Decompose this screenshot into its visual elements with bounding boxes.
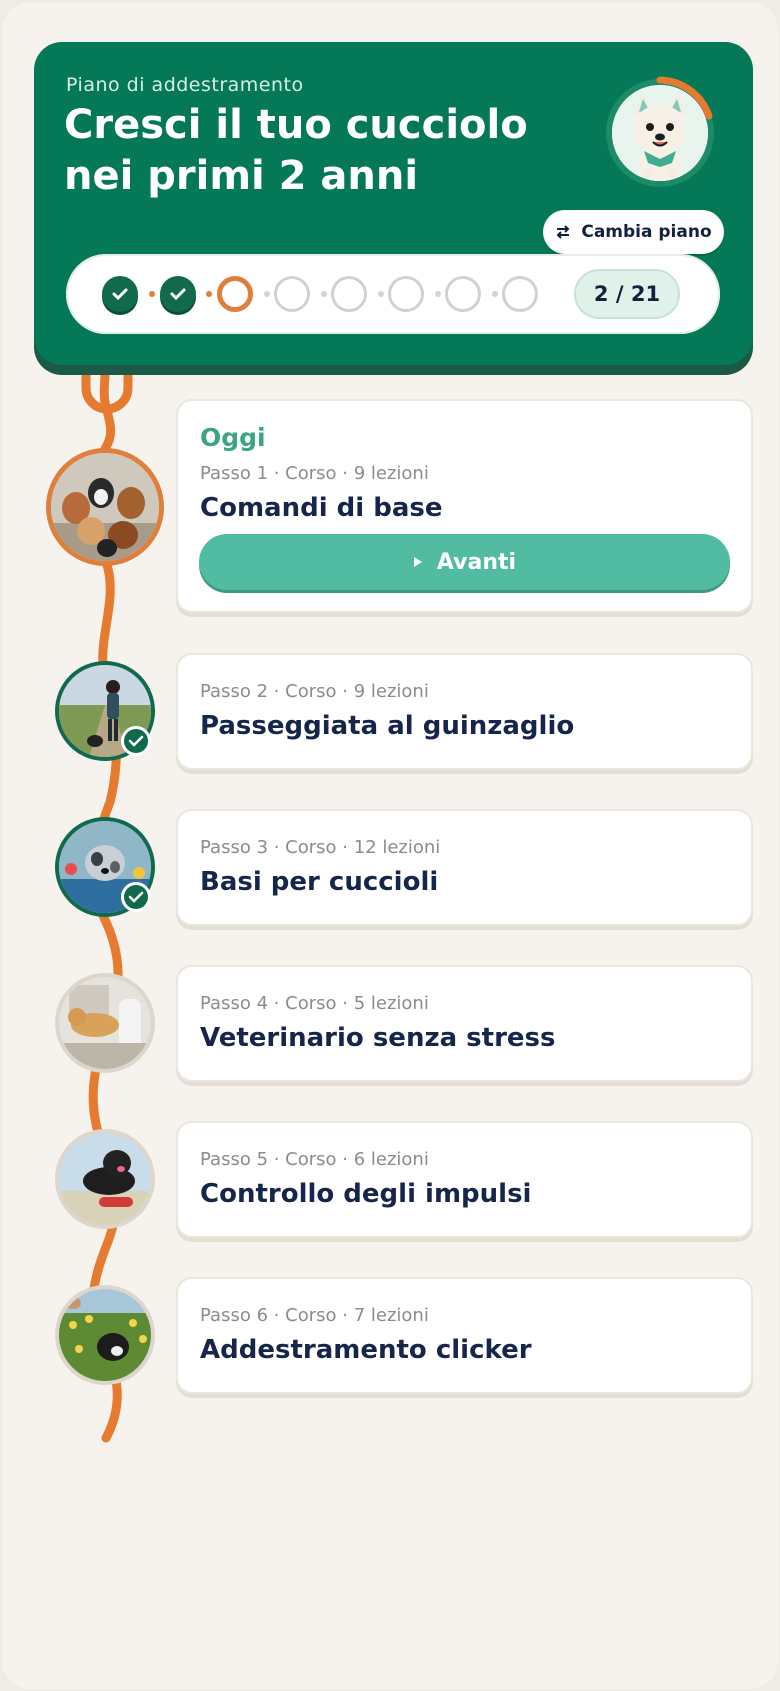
plan-title-line1: Cresci il tuo cucciolo <box>64 102 528 148</box>
step-1-photo[interactable] <box>51 453 159 561</box>
plan-header: Piano di addestramento Cresci il tuo cuc… <box>34 42 753 365</box>
continue-button[interactable]: Avanti <box>199 534 730 590</box>
continue-label: Avanti <box>436 549 517 575</box>
plan-eyebrow: Piano di addestramento <box>66 74 304 96</box>
step-title: Basi per cuccioli <box>200 867 439 897</box>
step-title: Passeggiata al guinzaglio <box>200 711 575 741</box>
plan-title-line2: nei primi 2 anni <box>64 153 419 199</box>
step-card-2[interactable]: Passo 2 · Corso · 9 lezioni Passeggiata … <box>176 653 753 770</box>
training-plan-screen: Piano di addestramento Cresci il tuo cuc… <box>2 2 778 1689</box>
step-5-photo[interactable] <box>59 1133 151 1225</box>
progress-dot-done <box>102 276 138 312</box>
mascot-avatar[interactable] <box>603 76 717 190</box>
step-title: Comandi di base <box>200 493 443 523</box>
step-card-1[interactable]: Oggi Passo 1 · Corso · 9 lezioni Comandi… <box>176 399 753 613</box>
progress-dot-done <box>160 276 196 312</box>
progress-tracker: 2 / 21 <box>66 254 720 334</box>
progress-dot-todo <box>331 276 367 312</box>
change-plan-label: Cambia piano <box>581 222 712 242</box>
step-meta: Passo 5 · Corso · 6 lezioni <box>200 1149 429 1170</box>
progress-dot-todo <box>445 276 481 312</box>
step-meta: Passo 4 · Corso · 5 lezioni <box>200 993 429 1014</box>
step-meta: Passo 3 · Corso · 12 lezioni <box>200 837 441 858</box>
change-plan-button[interactable]: Cambia piano <box>543 210 724 254</box>
progress-dot-todo <box>388 276 424 312</box>
step-card-4[interactable]: Passo 4 · Corso · 5 lezioni Veterinario … <box>176 965 753 1082</box>
puppy-mascot-icon <box>612 85 708 181</box>
step-meta: Passo 6 · Corso · 7 lezioni <box>200 1305 429 1326</box>
completed-check-icon <box>121 882 151 912</box>
completed-check-icon <box>121 726 151 756</box>
plan-title: Cresci il tuo cucciolo nei primi 2 anni <box>64 100 544 202</box>
progress-dot-todo <box>274 276 310 312</box>
step-title: Addestramento clicker <box>200 1335 532 1365</box>
today-label: Oggi <box>200 423 266 452</box>
swap-icon <box>556 225 570 239</box>
step-card-3[interactable]: Passo 3 · Corso · 12 lezioni Basi per cu… <box>176 809 753 926</box>
check-icon <box>170 288 186 301</box>
step-4-photo[interactable] <box>59 977 151 1069</box>
check-icon <box>112 288 128 301</box>
step-title: Veterinario senza stress <box>200 1023 556 1053</box>
step-card-6[interactable]: Passo 6 · Corso · 7 lezioni Addestrament… <box>176 1277 753 1394</box>
step-card-5[interactable]: Passo 5 · Corso · 6 lezioni Controllo de… <box>176 1121 753 1238</box>
progress-dot-todo <box>502 276 538 312</box>
step-title: Controllo degli impulsi <box>200 1179 532 1209</box>
progress-counter: 2 / 21 <box>574 269 680 319</box>
step-meta: Passo 1 · Corso · 9 lezioni <box>200 463 429 484</box>
play-icon <box>413 557 422 567</box>
progress-dot-current <box>217 276 253 312</box>
step-meta: Passo 2 · Corso · 9 lezioni <box>200 681 429 702</box>
step-6-photo[interactable] <box>59 1289 151 1381</box>
